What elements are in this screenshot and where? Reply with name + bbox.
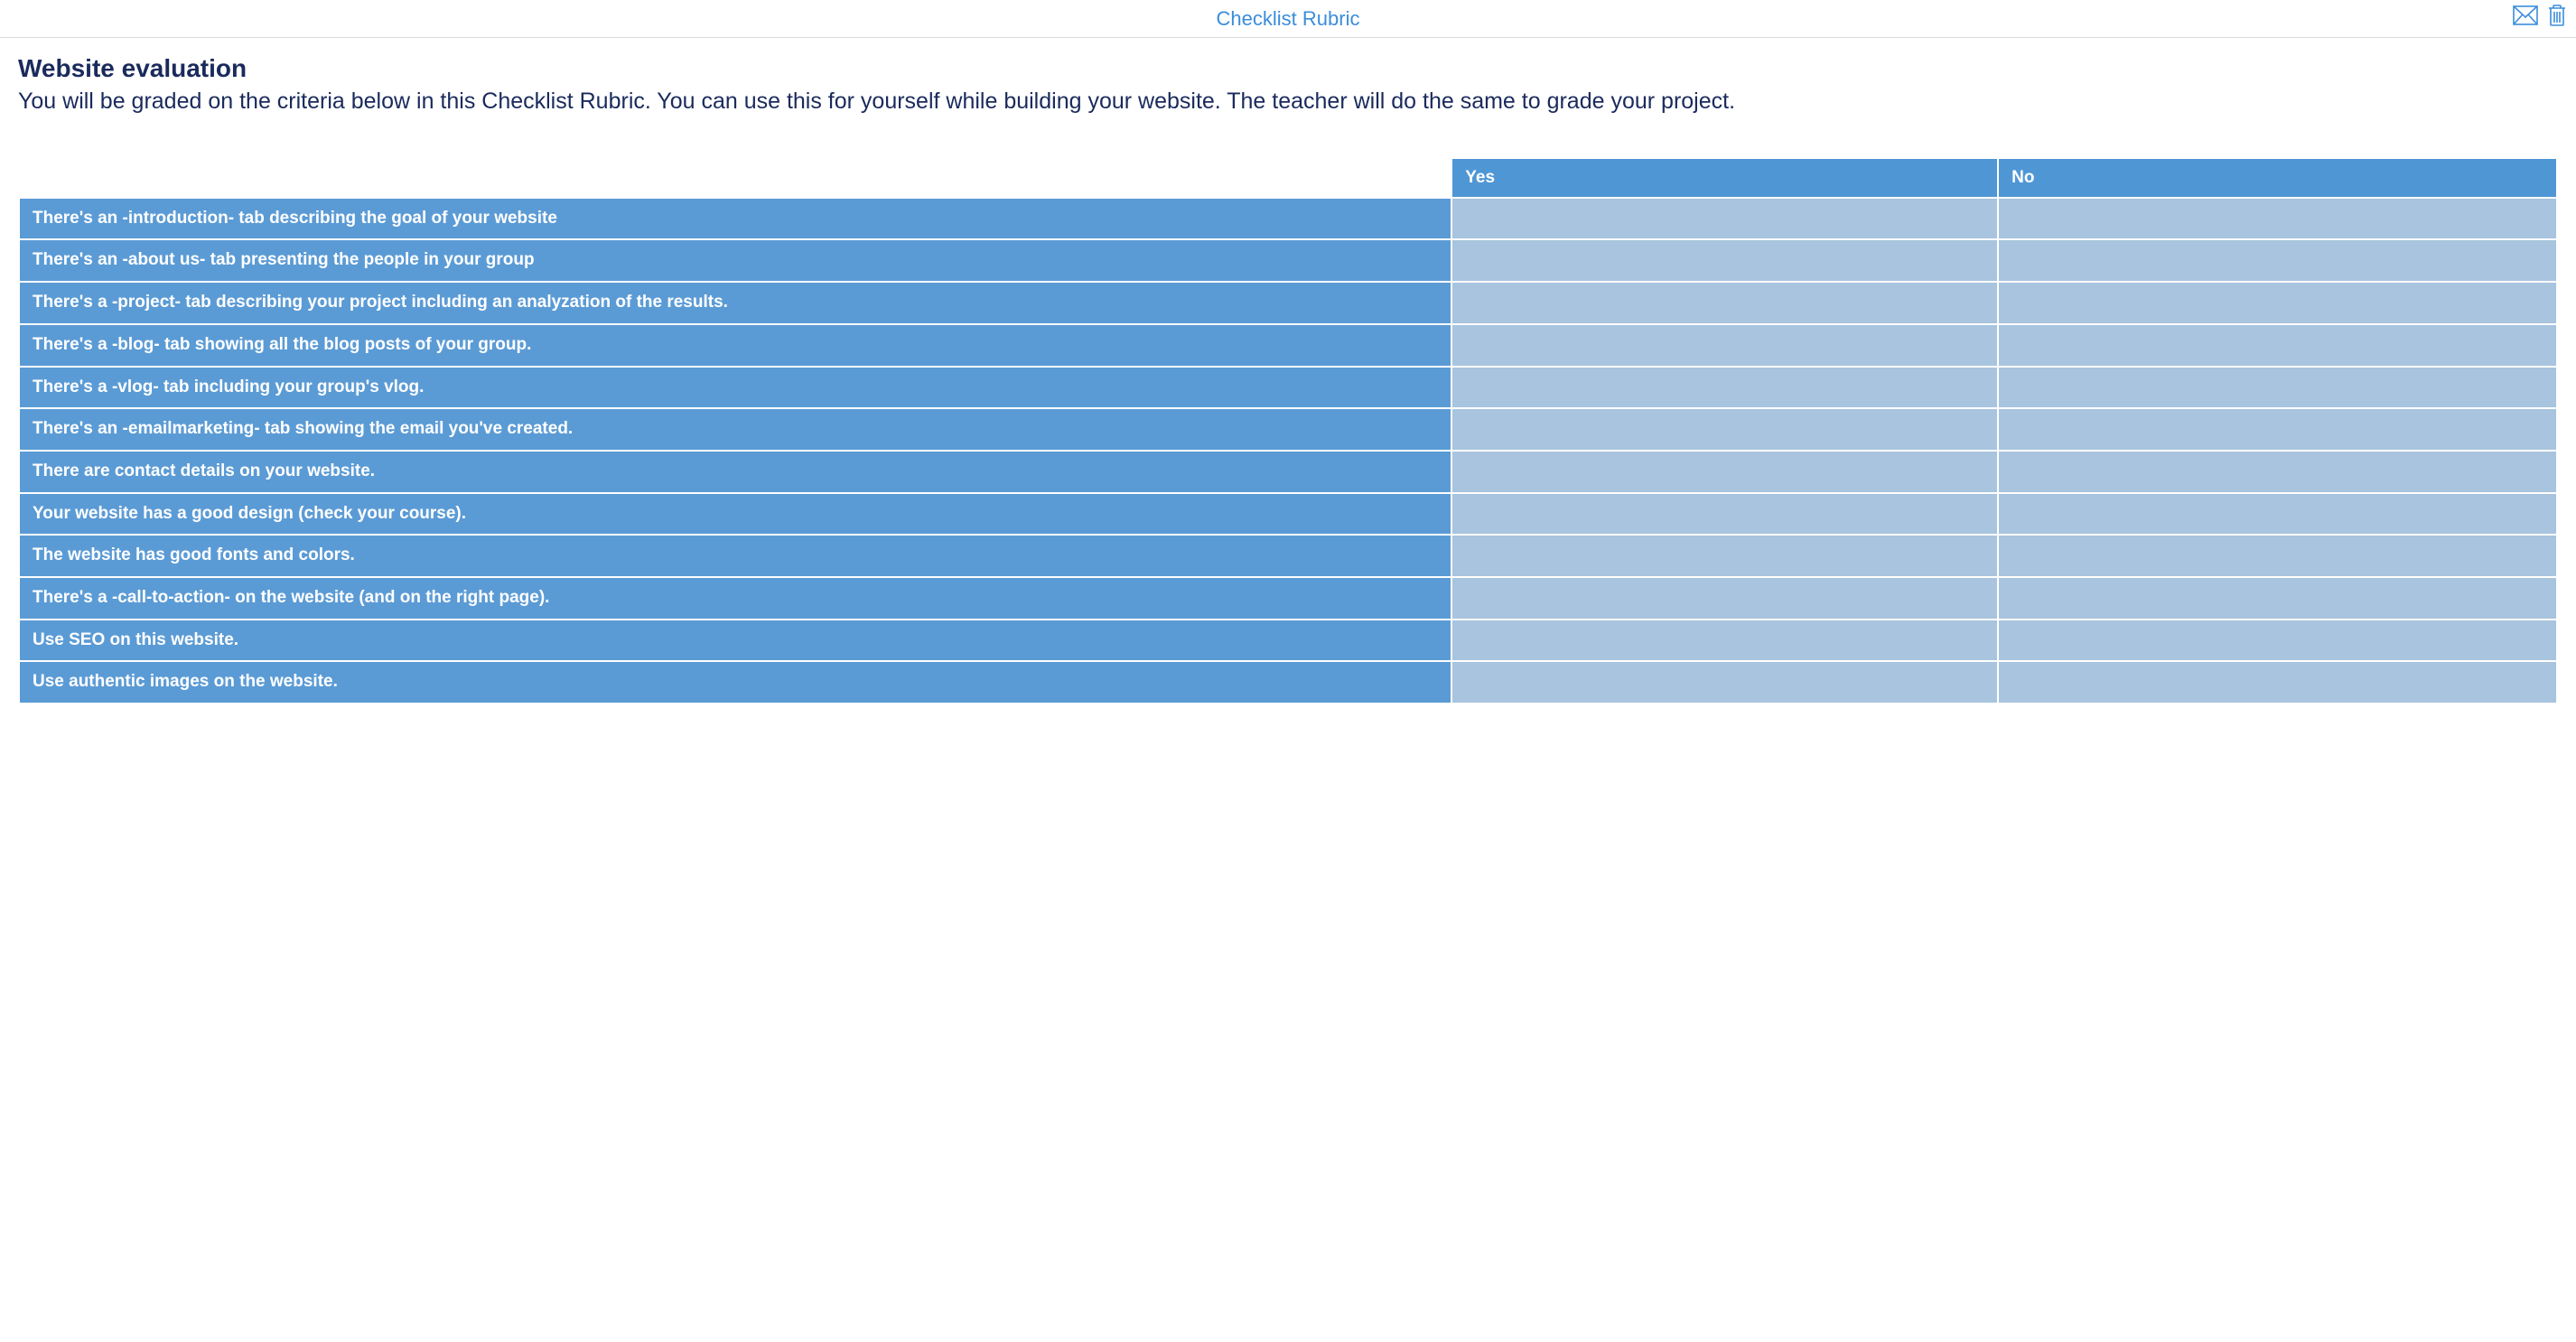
table-header-row: Yes No: [20, 159, 2556, 197]
table-row: There's a -vlog- tab including your grou…: [20, 368, 2556, 408]
page: Checklist Rubric: [0, 0, 2576, 732]
table-row: There's an -emailmarketing- tab showing …: [20, 409, 2556, 450]
criterion-label: There's an -emailmarketing- tab showing …: [20, 409, 1451, 450]
table-row: There's an -about us- tab presenting the…: [20, 240, 2556, 281]
table-row: There's an -introduction- tab describing…: [20, 199, 2556, 239]
yes-cell[interactable]: [1452, 536, 1997, 576]
rubric-description: You will be graded on the criteria below…: [18, 87, 2558, 117]
table-row: There's a -blog- tab showing all the blo…: [20, 325, 2556, 366]
no-cell[interactable]: [1999, 662, 2556, 703]
criterion-label: Use authentic images on the website.: [20, 662, 1451, 703]
criterion-label: There's an -about us- tab presenting the…: [20, 240, 1451, 281]
no-cell[interactable]: [1999, 368, 2556, 408]
yes-cell[interactable]: [1452, 325, 1997, 366]
header-actions: [2513, 4, 2567, 27]
criterion-label: There's a -vlog- tab including your grou…: [20, 368, 1451, 408]
yes-cell[interactable]: [1452, 662, 1997, 703]
table-row: There's a -call-to-action- on the websit…: [20, 578, 2556, 619]
page-title: Checklist Rubric: [1217, 7, 1360, 31]
table-row: The website has good fonts and colors.: [20, 536, 2556, 576]
criterion-label: There's a -project- tab describing your …: [20, 283, 1451, 323]
no-cell[interactable]: [1999, 620, 2556, 661]
yes-cell[interactable]: [1452, 199, 1997, 239]
criterion-label: Use SEO on this website.: [20, 620, 1451, 661]
table-header-yes: Yes: [1452, 159, 1997, 197]
criterion-label: There's a -call-to-action- on the websit…: [20, 578, 1451, 619]
yes-cell[interactable]: [1452, 620, 1997, 661]
no-cell[interactable]: [1999, 409, 2556, 450]
table-row: There's a -project- tab describing your …: [20, 283, 2556, 323]
yes-cell[interactable]: [1452, 578, 1997, 619]
yes-cell[interactable]: [1452, 283, 1997, 323]
content-area: Website evaluation You will be graded on…: [0, 38, 2576, 732]
no-cell[interactable]: [1999, 199, 2556, 239]
page-header: Checklist Rubric: [0, 0, 2576, 38]
yes-cell[interactable]: [1452, 452, 1997, 492]
no-cell[interactable]: [1999, 325, 2556, 366]
criterion-label: The website has good fonts and colors.: [20, 536, 1451, 576]
mail-button[interactable]: [2513, 5, 2538, 25]
no-cell[interactable]: [1999, 536, 2556, 576]
trash-icon: [2547, 4, 2567, 27]
criterion-label: There are contact details on your websit…: [20, 452, 1451, 492]
yes-cell[interactable]: [1452, 494, 1997, 535]
yes-cell[interactable]: [1452, 409, 1997, 450]
table-row: There are contact details on your websit…: [20, 452, 2556, 492]
table-header-no: No: [1999, 159, 2556, 197]
table-row: Use authentic images on the website.: [20, 662, 2556, 703]
rubric-title: Website evaluation: [18, 54, 2558, 83]
yes-cell[interactable]: [1452, 368, 1997, 408]
criterion-label: There's an -introduction- tab describing…: [20, 199, 1451, 239]
table-row: Your website has a good design (check yo…: [20, 494, 2556, 535]
yes-cell[interactable]: [1452, 240, 1997, 281]
no-cell[interactable]: [1999, 283, 2556, 323]
delete-button[interactable]: [2547, 4, 2567, 27]
table-body: There's an -introduction- tab describing…: [20, 199, 2556, 703]
no-cell[interactable]: [1999, 494, 2556, 535]
no-cell[interactable]: [1999, 240, 2556, 281]
rubric-table: Yes No There's an -introduction- tab des…: [18, 157, 2558, 704]
criterion-label: Your website has a good design (check yo…: [20, 494, 1451, 535]
table-row: Use SEO on this website.: [20, 620, 2556, 661]
criterion-label: There's a -blog- tab showing all the blo…: [20, 325, 1451, 366]
no-cell[interactable]: [1999, 452, 2556, 492]
mail-icon: [2513, 5, 2538, 25]
table-header-empty: [20, 159, 1451, 197]
no-cell[interactable]: [1999, 578, 2556, 619]
